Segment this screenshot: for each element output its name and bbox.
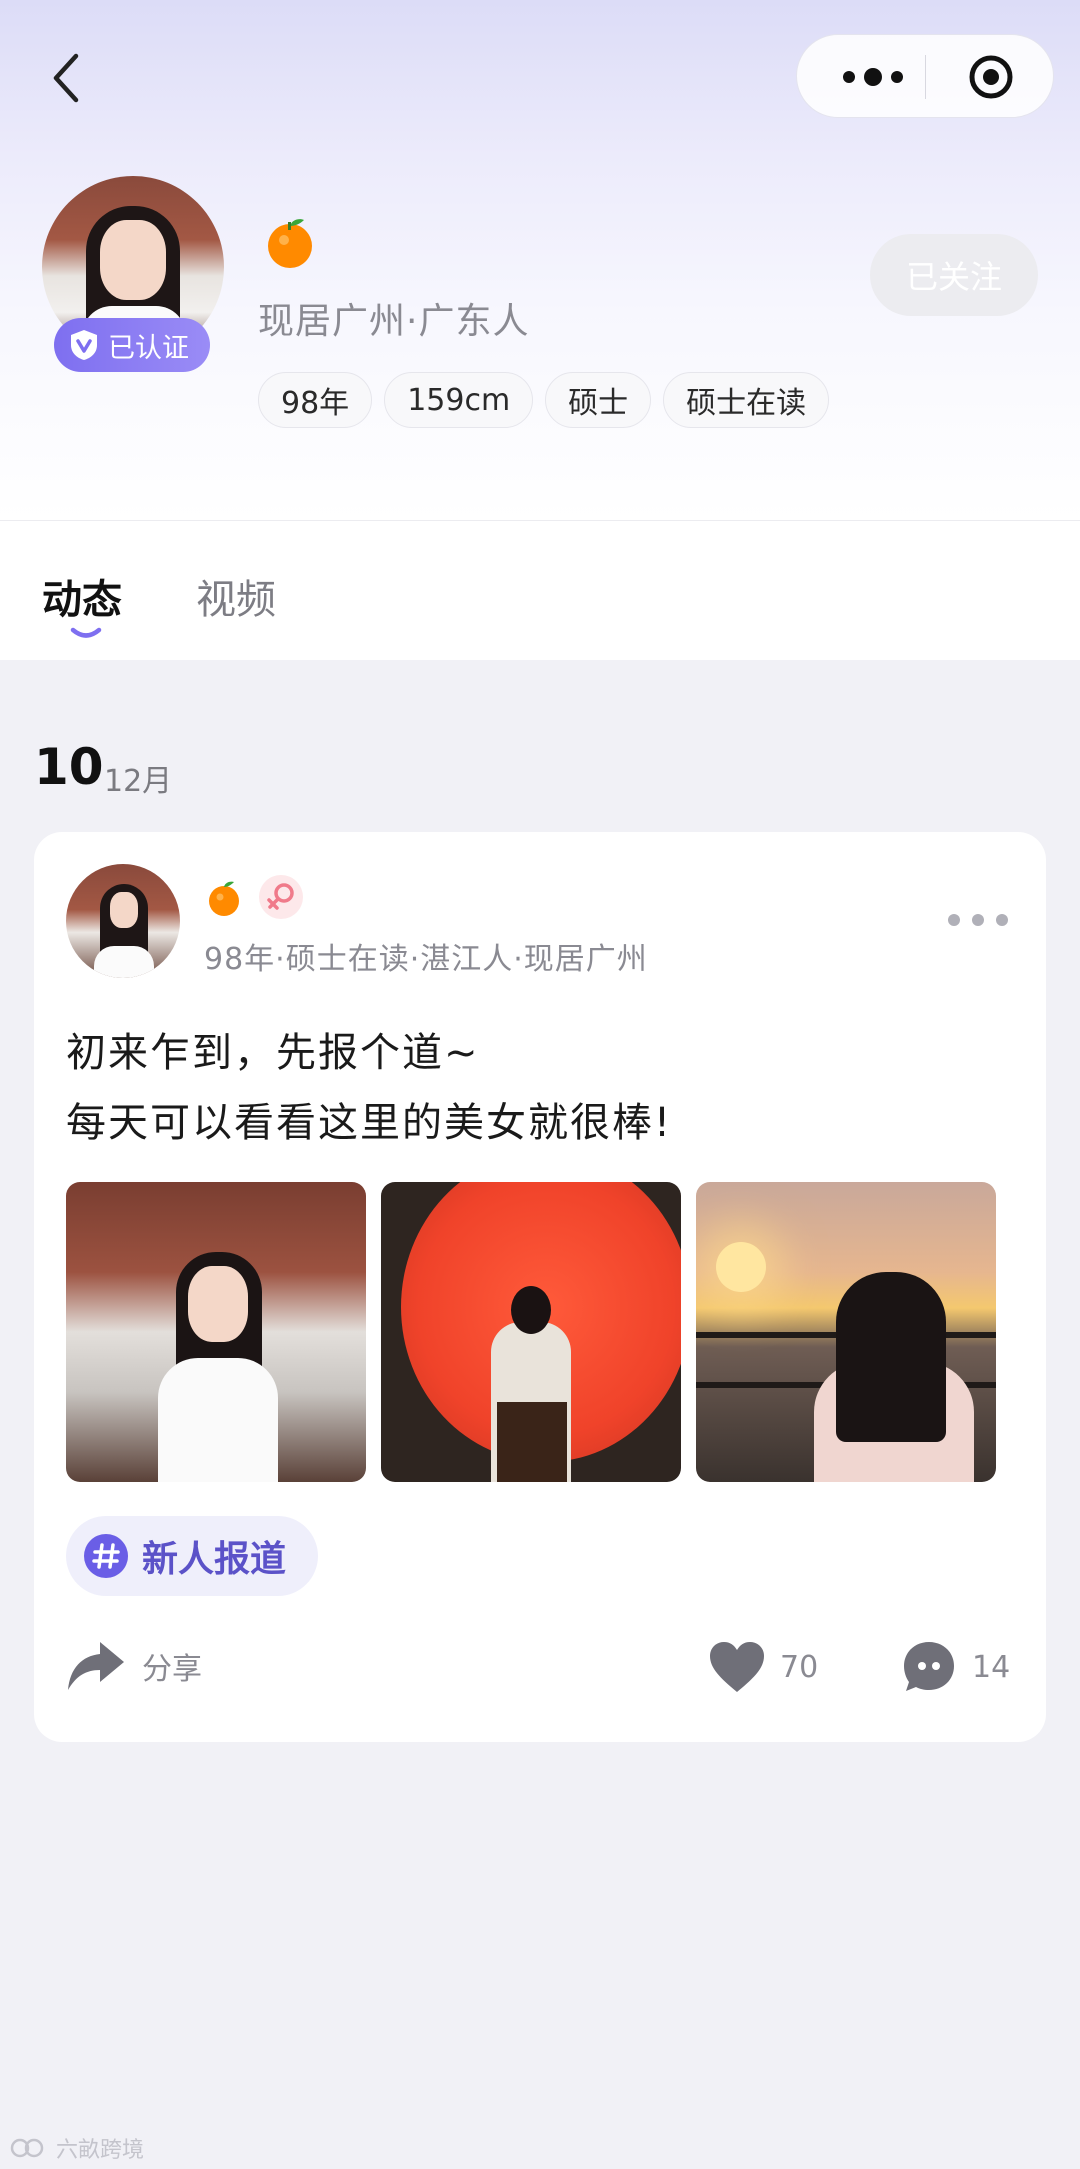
topic-tag[interactable]: 新人报道 xyxy=(66,1516,319,1596)
post-photo[interactable] xyxy=(381,1182,681,1482)
post-photo[interactable] xyxy=(696,1182,996,1482)
mini-program-capsule xyxy=(796,34,1054,118)
post-more-button[interactable] xyxy=(946,910,1010,930)
post-text: 初来乍到，先报个道~ 每天可以看看这里的美女就很棒! xyxy=(66,1018,1016,1158)
watermark-logo-icon xyxy=(10,2138,44,2158)
share-label: 分享 xyxy=(142,1652,202,1687)
content-tabs: 动态 视频 xyxy=(0,520,1080,660)
comment-count: 14 xyxy=(972,1649,1011,1685)
heart-icon xyxy=(710,1642,764,1692)
back-button[interactable] xyxy=(44,48,94,108)
hashtag-icon xyxy=(84,1534,128,1578)
orange-emoji-icon xyxy=(209,881,239,916)
chevron-left-icon xyxy=(53,53,79,103)
verified-badge: 已认证 xyxy=(54,318,210,372)
like-count: 70 xyxy=(780,1649,819,1685)
post-author-meta: 98年·硕士在读·湛江人·现居广州 xyxy=(204,942,648,977)
capsule-divider xyxy=(925,55,926,99)
verified-label: 已认证 xyxy=(108,332,189,364)
post-text-line: 初来乍到，先报个道~ xyxy=(66,1030,480,1076)
close-mini-program-button[interactable] xyxy=(967,53,1015,101)
post-author-avatar[interactable] xyxy=(66,864,180,978)
follow-button[interactable]: 已关注 xyxy=(870,234,1038,316)
tag-study-status: 硕士在读 xyxy=(663,372,830,428)
target-icon xyxy=(969,55,1013,99)
post-photo[interactable] xyxy=(66,1182,366,1482)
more-dots-icon xyxy=(948,914,1008,926)
active-tab-indicator xyxy=(70,627,102,638)
profile-tags: 98年 159cm 硕士 硕士在读 xyxy=(258,372,830,428)
post-card: 98年·硕士在读·湛江人·现居广州 初来乍到，先报个道~ 每天可以看看这里的美女… xyxy=(34,832,1046,1742)
date-day: 10 xyxy=(34,738,104,796)
post-text-line: 每天可以看看这里的美女就很棒! xyxy=(66,1100,673,1146)
verified-shield-icon xyxy=(71,330,97,360)
orange-emoji-icon xyxy=(268,219,312,268)
watermark: 六畝跨境 xyxy=(10,2132,144,2164)
topic-label: 新人报道 xyxy=(142,1539,287,1580)
date-month: 12月 xyxy=(104,764,173,799)
female-symbol-icon xyxy=(259,875,303,919)
tab-moments[interactable]: 动态 xyxy=(42,567,122,625)
tag-birth-year: 98年 xyxy=(258,372,373,428)
comment-button[interactable]: 14 xyxy=(902,1640,1010,1694)
tag-height: 159cm xyxy=(384,372,534,428)
watermark-text: 六畝跨境 xyxy=(56,2138,145,2163)
tag-degree: 硕士 xyxy=(545,372,652,428)
comment-bubble-icon xyxy=(904,1642,954,1691)
profile-location: 现居广州·广东人 xyxy=(258,301,530,342)
share-button[interactable]: 分享 xyxy=(66,1638,202,1694)
like-button[interactable]: 70 xyxy=(708,1640,818,1694)
share-arrow-icon xyxy=(68,1642,124,1690)
tab-video[interactable]: 视频 xyxy=(196,567,276,625)
